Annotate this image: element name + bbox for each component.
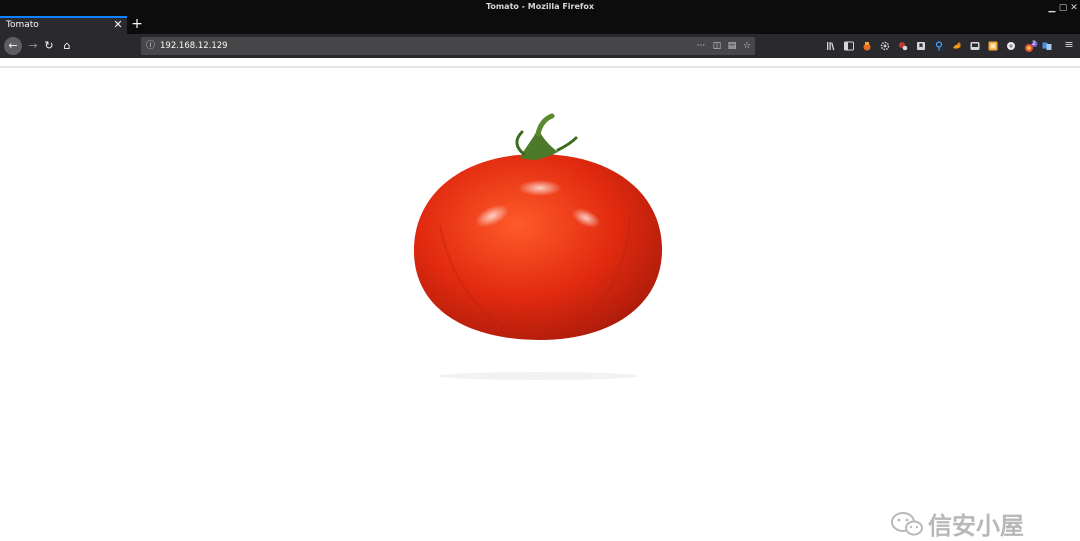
extension-circle-icon[interactable]	[1006, 41, 1016, 51]
sidebar-icon[interactable]	[844, 41, 854, 51]
back-button[interactable]: ←	[4, 37, 22, 55]
tab-label: Tomato	[6, 20, 39, 30]
close-window-button[interactable]: ✕	[1068, 2, 1080, 14]
tab-close-button[interactable]: ✕	[113, 19, 123, 31]
extension-note-icon[interactable]	[988, 41, 998, 51]
new-tab-button[interactable]: +	[130, 16, 144, 34]
bookmark-star-icon[interactable]: ☆	[740, 37, 754, 55]
tomato-image	[413, 113, 663, 380]
page-content: 信安小屋	[0, 66, 1080, 540]
pocket-icon[interactable]: ◫	[710, 37, 724, 55]
watermark-text: 信安小屋	[928, 512, 1024, 540]
wechat-watermark: 信安小屋	[890, 506, 1024, 541]
window-titlebar: Tomato - Mozilla Firefox ▁ ▢ ✕	[0, 0, 1080, 16]
home-button[interactable]: ⌂	[58, 37, 76, 55]
library-icon[interactable]	[826, 41, 836, 51]
tab-tomato[interactable]: Tomato ✕	[0, 16, 127, 34]
tab-bar: Tomato ✕ +	[0, 16, 1080, 34]
window-title: Tomato - Mozilla Firefox	[485, 2, 595, 11]
extension-badge-icon[interactable]: 2	[1024, 40, 1038, 52]
extension-translate-icon[interactable]	[1042, 41, 1052, 51]
extension-pin-icon[interactable]	[934, 41, 944, 51]
url-text[interactable]: 192.168.12.129	[160, 37, 228, 55]
extension-screen-icon[interactable]	[970, 41, 980, 51]
extension-red-icon[interactable]	[898, 41, 908, 51]
extension-badge-count: 2	[1032, 40, 1036, 47]
site-info-icon[interactable]: ⓘ	[146, 37, 155, 55]
menu-icon[interactable]: ≡	[1064, 39, 1074, 50]
url-bar[interactable]: ⓘ 192.168.12.129 ··· ◫ ▤ ☆	[141, 37, 755, 55]
settings-icon[interactable]	[880, 41, 890, 51]
reload-button[interactable]: ↻	[40, 37, 58, 55]
page-actions-icon[interactable]: ···	[694, 37, 708, 55]
wechat-icon	[891, 511, 923, 535]
reader-view-icon[interactable]: ▤	[725, 37, 739, 55]
navigation-toolbar: ← → ↻ ⌂ ⓘ 192.168.12.129 ··· ◫ ▤ ☆ 2 ≡	[0, 34, 1080, 58]
extension-orange-icon[interactable]	[952, 41, 962, 51]
extension-bookmark-icon[interactable]	[916, 41, 926, 51]
extension-fox-icon[interactable]	[862, 41, 872, 51]
